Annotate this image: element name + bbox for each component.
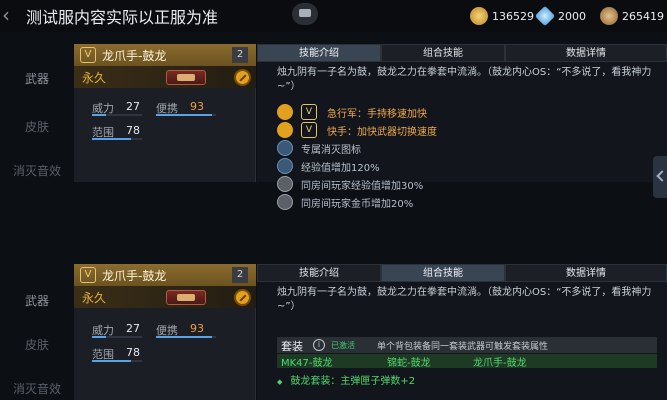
vip-badge-icon: V [301,104,317,120]
weapon-count: 2 [232,267,248,283]
weapon-description: 烛九阴有一子名为鼓，鼓龙之力在拳套中流淌。（鼓龙内心OS：“不多说了，看我神力~… [277,287,652,312]
skill-label: 经验值增加120% [301,163,380,174]
weapon-description: 烛九阴有一子名为鼓，鼓龙之力在拳套中流淌。（鼓龙内心OS：“不多说了，看我神力~… [277,67,652,92]
skill-label: 快手：加快武器切换速度 [327,127,437,138]
disabled-icon[interactable] [234,289,251,306]
tab-skill-intro[interactable]: 技能介绍 [257,44,381,62]
duration-label: 永久 [82,291,107,305]
sidenav: 武器 皮肤 消灭音效 [0,44,74,182]
carry-bar [156,336,216,338]
tab-skill-intro[interactable]: 技能介绍 [257,264,381,282]
range-bar [92,360,142,362]
carry-value: 93 [190,322,204,335]
tab-combo-skill[interactable]: 组合技能 [381,44,505,62]
diamond-icon [534,5,556,27]
skill-label: 同房间玩家经验值增加30% [301,181,424,192]
tab-data-details[interactable]: 数据详情 [505,264,667,282]
gold-coin-icon [470,7,488,25]
honor-coin-icon [600,7,618,25]
set-items: MK47-鼓龙 锦蛇-鼓龙 龙爪手-鼓龙 [277,354,657,369]
power-value: 27 [126,322,140,335]
honor-amount: 265419 [622,9,664,23]
tab-bar: 技能介绍 组合技能 数据详情 [257,264,667,282]
range-bar [92,138,142,140]
group-coin-icon [277,194,293,210]
tab-bar: 技能介绍 组合技能 数据详情 [257,44,667,62]
weapon-name: 龙爪手-鼓龙 [102,49,167,63]
skill-label: 同房间玩家金币增加20% [301,199,414,210]
power-bar [92,336,142,338]
tab-data-details[interactable]: 数据详情 [505,44,667,62]
weapon-card: V 龙爪手-鼓龙 2 永久 威力 27 便携 93 范围 78 [74,264,256,400]
weapon-panel-combo: 武器 皮肤 消灭音效 V 龙爪手-鼓龙 2 永久 威力 27 便携 93 范围 … [0,264,667,400]
expand-chevron-icon[interactable] [653,156,667,198]
sprint-icon [277,104,293,120]
set-item: 锦蛇-鼓龙 [387,358,431,369]
nav-item-skin[interactable]: 皮肤 [0,336,74,353]
weapon-panel-skills: 武器 皮肤 消灭音效 V 龙爪手-鼓龙 2 永久 威力 27 便携 93 范围 … [0,44,667,210]
nav-item-weapon[interactable]: 武器 [0,70,74,87]
weapon-duration-row: 永久 [74,286,256,308]
swap-icon [277,122,293,138]
tab-combo-skill[interactable]: 组合技能 [381,264,505,282]
weapon-count: 2 [232,47,248,63]
range-value: 78 [126,346,140,359]
diamond-currency: 2000 [534,5,586,27]
weapon-name: 龙爪手-鼓龙 [102,269,167,283]
power-bar [92,114,142,116]
weapon-card: V 龙爪手-鼓龙 2 永久 威力 27 便携 93 范围 78 [74,44,256,182]
chat-icon[interactable] [292,3,318,25]
nav-item-kill-sound[interactable]: 消灭音效 [0,162,74,179]
gold-currency: 136529 [470,6,534,26]
set-bonus: 鼓龙套装：主弹匣子弹数+2 [277,372,415,387]
power-value: 27 [126,100,140,113]
carry-bar [156,114,216,116]
honor-currency: 265419 [600,6,664,26]
set-description: 单个背包装备同一套装武器可触发套装属性 [377,342,549,352]
gold-amount: 136529 [492,9,534,23]
detail-panel: 技能介绍 组合技能 数据详情 烛九阴有一子名为鼓，鼓龙之力在拳套中流淌。（鼓龙内… [257,44,667,210]
skill-label: 急行军：手持移速加快 [327,109,427,120]
nav-item-weapon[interactable]: 武器 [0,292,74,309]
duration-label: 永久 [82,71,107,85]
carry-value: 93 [190,100,204,113]
diamond-amount: 2000 [558,9,586,23]
vip-badge-icon: V [301,122,317,138]
nav-item-skin[interactable]: 皮肤 [0,118,74,135]
page-title: 测试服内容实际以正服为准 [26,8,219,27]
weapon-duration-row: 永久 [74,66,256,88]
set-header: 套装 i 已激活 单个背包装备同一套装武器可触发套装属性 [277,337,657,353]
exp-icon [277,158,293,174]
set-title: 套装 [281,340,303,353]
skill-label: 专属消灭图标 [301,145,361,156]
range-value: 78 [126,124,140,137]
info-icon[interactable]: i [313,339,325,351]
set-status: 已激活 [331,341,355,350]
detail-panel: 技能介绍 组合技能 数据详情 烛九阴有一子名为鼓，鼓龙之力在拳套中流淌。（鼓龙内… [257,264,667,400]
weapon-nameplate-icon [166,290,206,305]
disabled-icon[interactable] [234,69,251,86]
nav-item-kill-sound[interactable]: 消灭音效 [0,380,74,397]
vip-badge-icon: V [80,267,96,283]
set-item: MK47-鼓龙 [281,358,333,369]
vip-badge-icon: V [80,47,96,63]
weapon-name-row: V 龙爪手-鼓龙 2 [74,44,256,66]
kill-icon-icon [277,140,293,156]
back-chevron-icon[interactable]: ‹ [2,4,18,26]
weapon-name-row: V 龙爪手-鼓龙 2 [74,264,256,286]
group-exp-icon [277,176,293,192]
set-item: 龙爪手-鼓龙 [473,358,527,369]
weapon-nameplate-icon [166,70,206,85]
sidenav: 武器 皮肤 消灭音效 [0,264,74,400]
